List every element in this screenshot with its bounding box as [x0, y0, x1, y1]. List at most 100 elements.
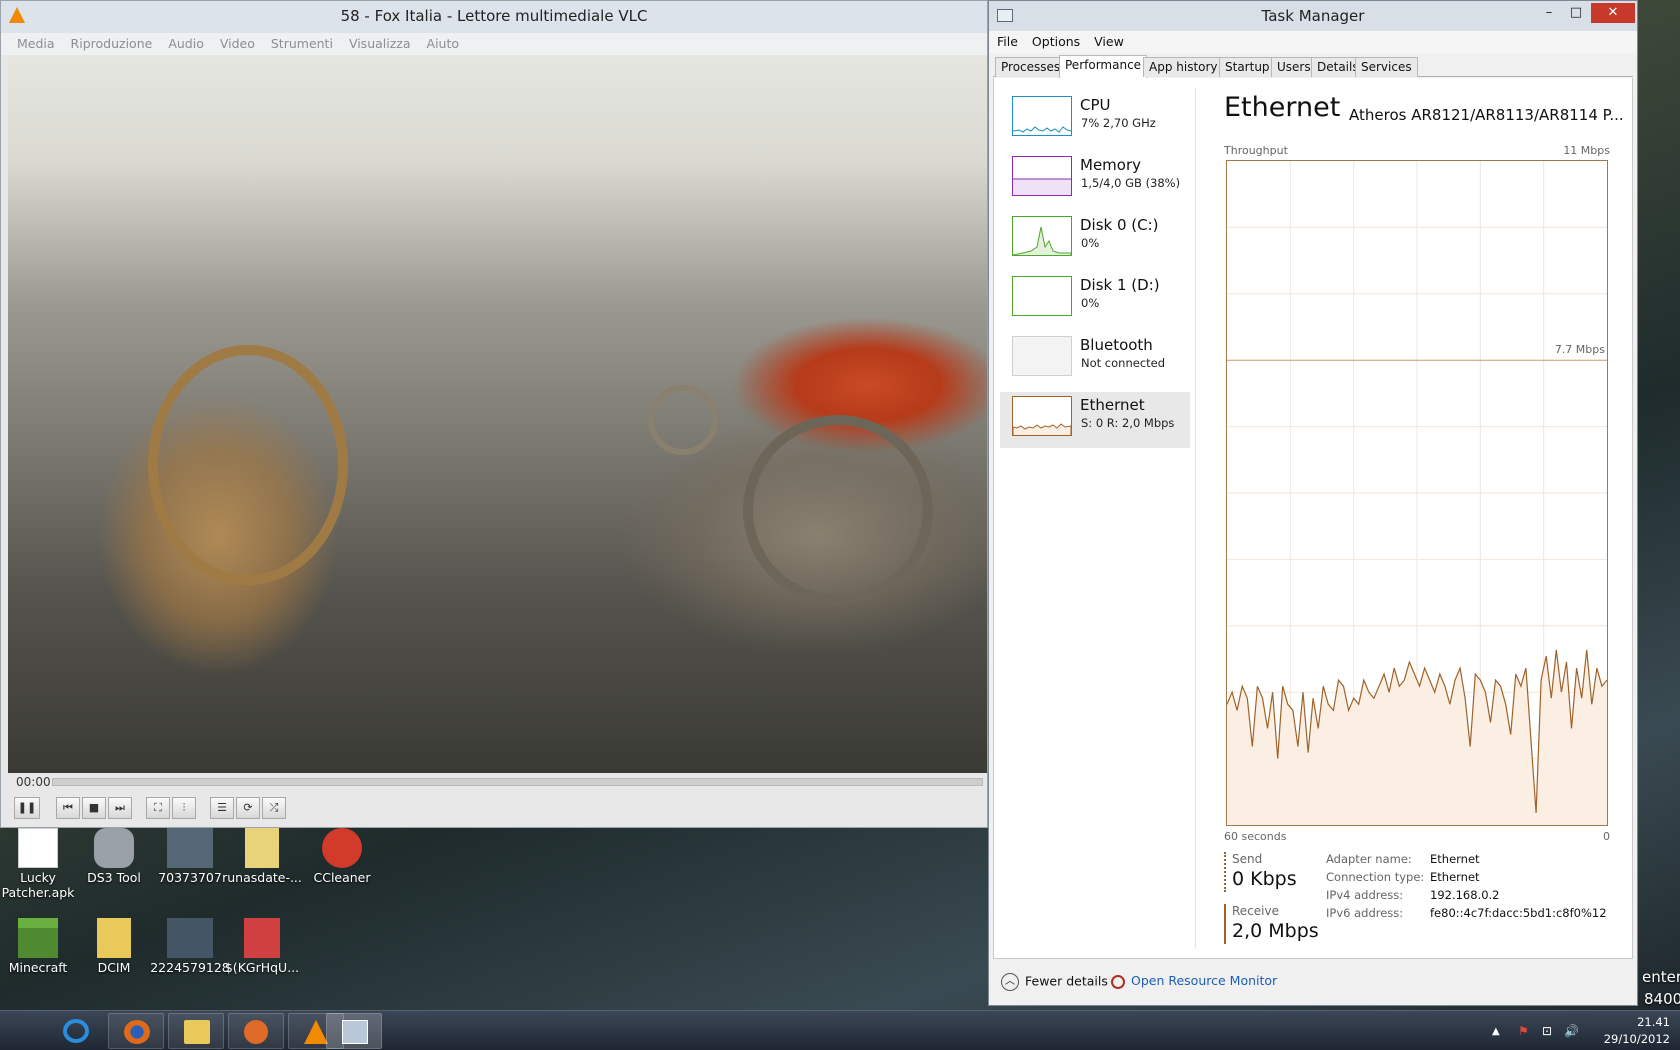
taskbar-internet-explorer[interactable] [48, 1013, 104, 1049]
sidebar-item-sub: S: 0 R: 2,0 Mbps [1081, 416, 1175, 430]
bluetooth-thumbnail [1012, 336, 1072, 376]
tm-menu-view[interactable]: View [1086, 31, 1130, 49]
resource-monitor-label: Open Resource Monitor [1131, 973, 1278, 988]
graph-max-label: 11 Mbps [1563, 144, 1610, 157]
vlc-menu-media[interactable]: Media [1, 33, 63, 51]
info-value: fe80::4c7f:dacc:5bd1:c8f0%12 [1430, 906, 1607, 920]
resource-monitor-icon [1111, 974, 1125, 989]
fewer-details-button[interactable]: ︿ Fewer details [1001, 973, 1108, 991]
sidebar-item-ethernet[interactable]: Ethernet S: 0 R: 2,0 Mbps [1000, 392, 1190, 448]
taskbar-explorer[interactable] [168, 1013, 224, 1049]
vlc-menu-aiuto[interactable]: Aiuto [419, 33, 468, 51]
vlc-window-title: 58 - Fox Italia - Lettore multimediale V… [340, 7, 648, 25]
vlc-menu-riproduzione[interactable]: Riproduzione [63, 33, 161, 51]
vlc-window[interactable]: 58 - Fox Italia - Lettore multimediale V… [0, 0, 988, 828]
maximize-button[interactable]: □ [1563, 3, 1589, 23]
vlc-menu-visualizza[interactable]: Visualizza [341, 33, 419, 51]
info-key: IPv6 address: [1326, 906, 1404, 920]
task-manager-window[interactable]: Task Manager – □ ✕ File Options View Proce… [988, 0, 1638, 1006]
taskbar-firefox[interactable] [108, 1013, 164, 1049]
taskbar-app-orange[interactable] [228, 1013, 284, 1049]
tab-users[interactable]: Users [1271, 57, 1317, 77]
info-key: Connection type: [1326, 870, 1425, 884]
playlist-button[interactable]: ☰ [210, 797, 234, 819]
sidebar-item-disk0[interactable]: Disk 0 (C:) 0% [1000, 212, 1190, 268]
sidebar-item-memory[interactable]: Memory 1,5/4,0 GB (38%) [1000, 152, 1190, 208]
elapsed-time: 00:00 [16, 775, 51, 789]
disk0-thumbnail [1012, 216, 1072, 256]
throughput-graph: 7.7 Mbps [1226, 160, 1608, 826]
desktop-icon-lucky-patcher[interactable]: Lucky Patcher.apk [0, 828, 80, 900]
folder-icon [184, 1020, 210, 1044]
sidebar-item-name: CPU [1080, 96, 1111, 114]
tm-menubar: File Options View [989, 31, 1637, 53]
sidebar-item-disk1[interactable]: Disk 1 (D:) 0% [1000, 272, 1190, 328]
tab-app-history[interactable]: App history [1143, 57, 1224, 77]
network-icon[interactable]: ⊡ [1542, 1024, 1552, 1038]
desktop-icon-label: DS3 Tool [87, 870, 141, 885]
ccleaner-icon [322, 828, 362, 868]
pause-button[interactable]: ❚❚ [14, 797, 40, 819]
performance-panel: CPU 7% 2,70 GHz Memory 1,5/4,0 GB (38%) … [993, 78, 1633, 959]
minimize-button[interactable]: – [1537, 3, 1561, 23]
adapter-model: Atheros AR8121/AR8113/AR8114 P... [1349, 106, 1624, 124]
ethernet-detail: Ethernet Atheros AR8121/AR8113/AR8114 P.… [1224, 88, 1624, 948]
fullscreen-button[interactable]: ⛶ [146, 797, 170, 819]
taskmanager-icon [342, 1020, 368, 1044]
shuffle-button[interactable]: ⤮ [262, 797, 286, 819]
previous-button[interactable]: ⏮ [56, 797, 80, 819]
taskbar-task-manager[interactable] [326, 1013, 382, 1049]
throughput-graph-svg [1227, 161, 1607, 825]
vlc-titlebar[interactable]: 58 - Fox Italia - Lettore multimediale V… [1, 1, 987, 33]
tab-services[interactable]: Services [1355, 57, 1418, 77]
tab-performance[interactable]: Performance [1059, 55, 1148, 78]
sidebar-item-name: Memory [1080, 156, 1142, 174]
desktop-icon-kgrhqu[interactable]: $(KGrHqU... [220, 918, 304, 975]
sidebar-item-bluetooth[interactable]: Bluetooth Not connected [1000, 332, 1190, 388]
vlc-menu-video[interactable]: Video [212, 33, 263, 51]
loop-button[interactable]: ⟳ [236, 797, 260, 819]
vlc-menu-audio[interactable]: Audio [160, 33, 212, 51]
next-button[interactable]: ⏭ [108, 797, 132, 819]
info-key: Adapter name: [1326, 852, 1412, 866]
stop-button[interactable]: ■ [82, 797, 106, 819]
tm-menu-options[interactable]: Options [1024, 31, 1086, 49]
vlc-icon [304, 1020, 328, 1044]
start-button[interactable] [4, 1013, 48, 1049]
sidebar-item-sub: 7% 2,70 GHz [1081, 116, 1156, 130]
tm-menu-file[interactable]: File [989, 31, 1024, 49]
send-label: Send [1232, 852, 1263, 866]
tab-processes[interactable]: Processes [995, 57, 1067, 77]
desktop-icon-minecraft[interactable]: Minecraft [0, 918, 80, 975]
open-resource-monitor-link[interactable]: Open Resource Monitor [1111, 973, 1277, 989]
desktop-icon-label: 2224579128 [150, 960, 230, 975]
desktop-icon-ds3-tool[interactable]: DS3 Tool [72, 828, 156, 885]
seek-bar[interactable] [52, 778, 983, 786]
show-hidden-icons-button[interactable]: ▲ [1492, 1026, 1500, 1037]
tm-footer: ︿ Fewer details Open Resource Monitor [989, 959, 1637, 1005]
video-frame[interactable] [8, 55, 987, 773]
desktop-icon-dcim[interactable]: DCIM [72, 918, 156, 975]
graph-time-right: 0 [1603, 830, 1610, 843]
desktop-edge-text-2: 8400 [1644, 990, 1680, 1008]
desktop-icon-runasdate[interactable]: runasdate-... [220, 828, 304, 885]
document-icon [244, 918, 280, 958]
graph-time-left: 60 seconds [1224, 830, 1287, 843]
desktop-icon-label: 70373707 [158, 870, 222, 885]
action-center-flag-icon[interactable]: ⚑ [1518, 1024, 1529, 1038]
tab-startup[interactable]: Startup [1219, 57, 1276, 77]
disk1-thumbnail [1012, 276, 1072, 316]
sidebar-item-cpu[interactable]: CPU 7% 2,70 GHz [1000, 92, 1190, 148]
clock[interactable]: 21.41 29/10/2012 [1604, 1014, 1670, 1048]
clock-time: 21.41 [1637, 1015, 1670, 1029]
extended-settings-button[interactable]: ⫶ [172, 797, 196, 819]
desktop-icon-ccleaner[interactable]: CCleaner [300, 828, 384, 885]
tm-titlebar[interactable]: Task Manager – □ ✕ [989, 1, 1637, 31]
sidebar-item-sub: Not connected [1081, 356, 1166, 370]
vlc-menubar: Media Riproduzione Audio Video Strumenti Visu… [1, 33, 987, 55]
vlc-menu-strumenti[interactable]: Strumenti [263, 33, 341, 51]
receive-value: 2,0 Mbps [1232, 920, 1319, 942]
throughput-label: Throughput [1224, 144, 1288, 157]
volume-icon[interactable]: 🔊 [1564, 1024, 1579, 1038]
close-button[interactable]: ✕ [1591, 3, 1635, 23]
